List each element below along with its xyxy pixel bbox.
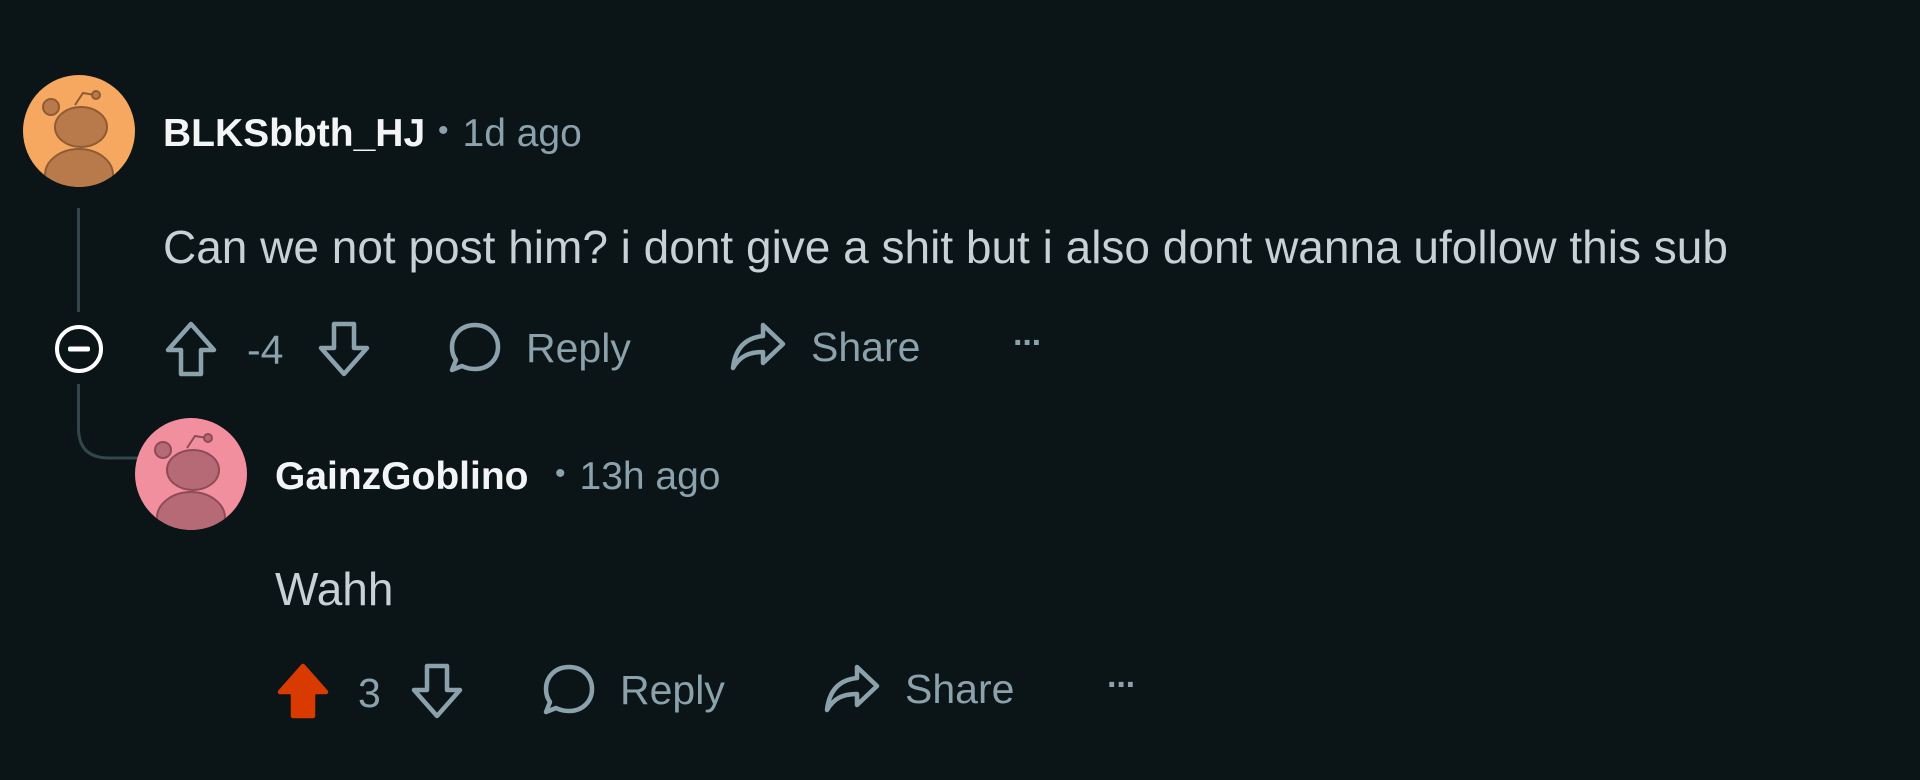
collapse-button[interactable] [54, 324, 104, 374]
share-button[interactable]: Share [729, 320, 920, 374]
comment-time: 1d ago [462, 112, 582, 155]
reply-label: Reply [620, 666, 725, 713]
reply-button[interactable]: Reply [542, 662, 725, 718]
downvote-button[interactable] [410, 662, 464, 720]
arrow-up-icon [276, 662, 330, 720]
avatar[interactable] [23, 75, 135, 187]
collapse-minus-icon [55, 325, 103, 373]
comment-timestamp: • 1d ago [438, 114, 582, 153]
comment-time: 13h ago [579, 455, 721, 498]
speech-bubble-icon [448, 320, 502, 376]
arrow-up-icon [164, 320, 218, 378]
separator-dot: • [438, 114, 449, 147]
arrow-down-icon [317, 320, 371, 378]
comment-body: Can we not post him? i dont give a shit … [163, 221, 1728, 273]
share-label: Share [811, 323, 921, 370]
snoo-avatar-icon [23, 75, 135, 187]
thread-line [77, 208, 80, 312]
upvote-button[interactable] [164, 320, 218, 378]
reply-label: Reply [526, 324, 631, 371]
share-arrow-icon [729, 320, 787, 374]
comment-thread: BLKSbbth_HJ • 1d ago Can we not post him?… [0, 0, 1920, 780]
share-button[interactable]: Share [823, 662, 1014, 716]
share-arrow-icon [823, 662, 881, 716]
vote-score: -4 [247, 327, 284, 373]
separator-dot: • [555, 457, 566, 490]
reply-button[interactable]: Reply [448, 320, 631, 376]
comment-author[interactable]: GainzGoblino [275, 457, 528, 496]
comment-timestamp: • 13h ago [555, 457, 721, 496]
vote-score: 3 [358, 670, 381, 716]
comment-author[interactable]: BLKSbbth_HJ [163, 114, 425, 153]
arrow-down-icon [410, 662, 464, 720]
comment-body: Wahh [275, 563, 394, 615]
avatar[interactable] [135, 418, 247, 530]
more-options-button[interactable]: ··· [1013, 326, 1043, 360]
share-label: Share [905, 665, 1015, 712]
upvote-button[interactable] [276, 662, 330, 720]
downvote-button[interactable] [317, 320, 371, 378]
speech-bubble-icon [542, 662, 596, 718]
snoo-avatar-icon [135, 418, 247, 530]
reply-connector-curve [77, 410, 139, 460]
more-options-button[interactable]: ··· [1107, 668, 1137, 702]
